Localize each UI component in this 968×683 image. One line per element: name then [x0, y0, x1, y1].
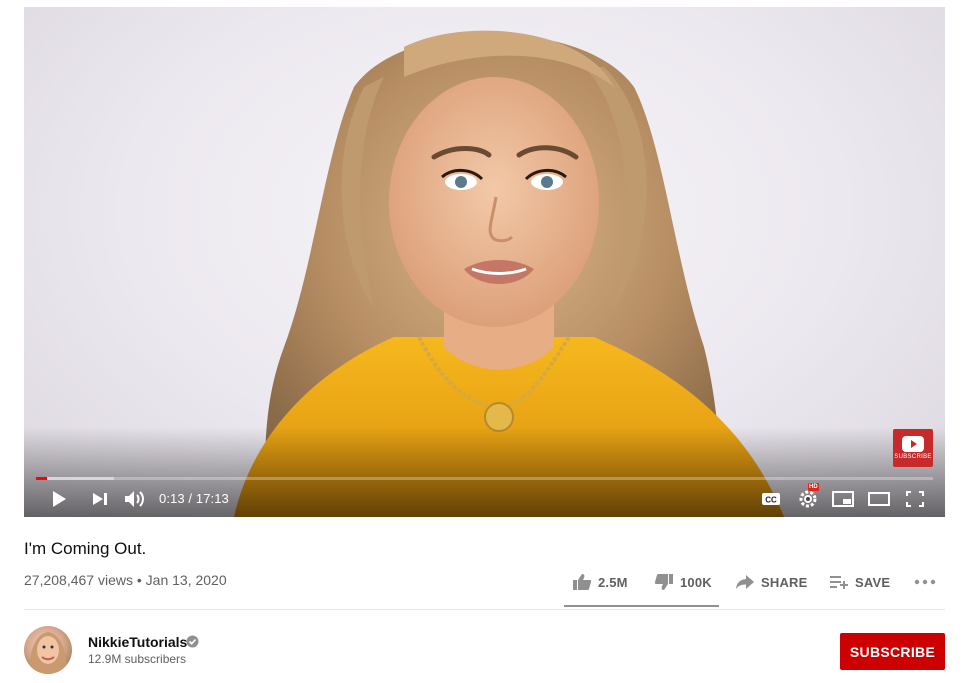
subscribe-watermark[interactable]: SUBSCRIBE [893, 429, 933, 467]
fullscreen-icon [906, 491, 924, 507]
theater-icon [868, 492, 890, 506]
like-count: 2.5M [598, 574, 628, 590]
channel-name[interactable]: NikkieTutorials [88, 634, 187, 650]
sentiment-bar [564, 605, 719, 607]
time-current: 0:13 [159, 491, 185, 506]
subscribe-watermark-label: SUBSCRIBE [894, 454, 932, 460]
video-meta: 27,208,467 views • Jan 13, 2020 [24, 572, 227, 588]
volume-button[interactable] [122, 487, 148, 511]
meta-separator: • [136, 572, 142, 588]
next-icon [93, 493, 107, 505]
progress-played [36, 477, 48, 480]
hd-badge: HD [808, 483, 819, 491]
subscribe-button[interactable]: SUBSCRIBE [840, 633, 945, 670]
miniplayer-button[interactable] [830, 487, 856, 511]
thumbs-up-icon [573, 574, 592, 590]
captions-button[interactable]: CC [760, 487, 782, 511]
view-count: 27,208,467 views [24, 572, 133, 588]
captions-icon: CC [762, 493, 780, 505]
time-separator: / [188, 491, 193, 506]
dislike-button[interactable]: 100K [654, 570, 712, 594]
share-icon [736, 575, 754, 589]
add-to-playlist-icon [830, 576, 848, 589]
progress-buffered [36, 477, 115, 480]
video-title: I'm Coming Out. [24, 539, 147, 558]
thumbs-down-icon [654, 574, 673, 590]
save-label: SAVE [855, 574, 891, 590]
avatar-image [29, 632, 67, 674]
like-button[interactable]: 2.5M [572, 570, 628, 594]
youtube-logo-icon [902, 436, 924, 452]
share-button[interactable]: SHARE [735, 570, 808, 594]
save-button[interactable]: SAVE [829, 570, 890, 594]
more-horizontal-icon [914, 579, 936, 585]
more-actions-button[interactable] [914, 570, 936, 594]
dislike-count: 100K [680, 574, 712, 590]
channel-avatar[interactable] [24, 626, 72, 674]
verified-icon [186, 635, 199, 648]
video-player[interactable]: SUBSCRIBE 0:13 / 17:13 CC HD [24, 7, 945, 517]
next-button[interactable] [88, 487, 112, 511]
settings-icon [799, 490, 817, 508]
publish-date: Jan 13, 2020 [145, 572, 227, 588]
play-button[interactable] [46, 487, 72, 511]
theater-mode-button[interactable] [866, 487, 892, 511]
divider [24, 609, 945, 610]
progress-bar[interactable] [36, 477, 933, 480]
captions-label: CC [765, 496, 777, 505]
subscriber-count: 12.9M subscribers [88, 652, 187, 666]
share-label: SHARE [761, 574, 808, 590]
fullscreen-button[interactable] [902, 487, 928, 511]
time-display: 0:13 / 17:13 [159, 491, 229, 506]
volume-icon [125, 491, 144, 507]
miniplayer-icon [832, 491, 854, 507]
settings-button[interactable]: HD [796, 483, 820, 511]
time-total: 17:13 [195, 491, 229, 506]
play-icon [53, 491, 66, 507]
